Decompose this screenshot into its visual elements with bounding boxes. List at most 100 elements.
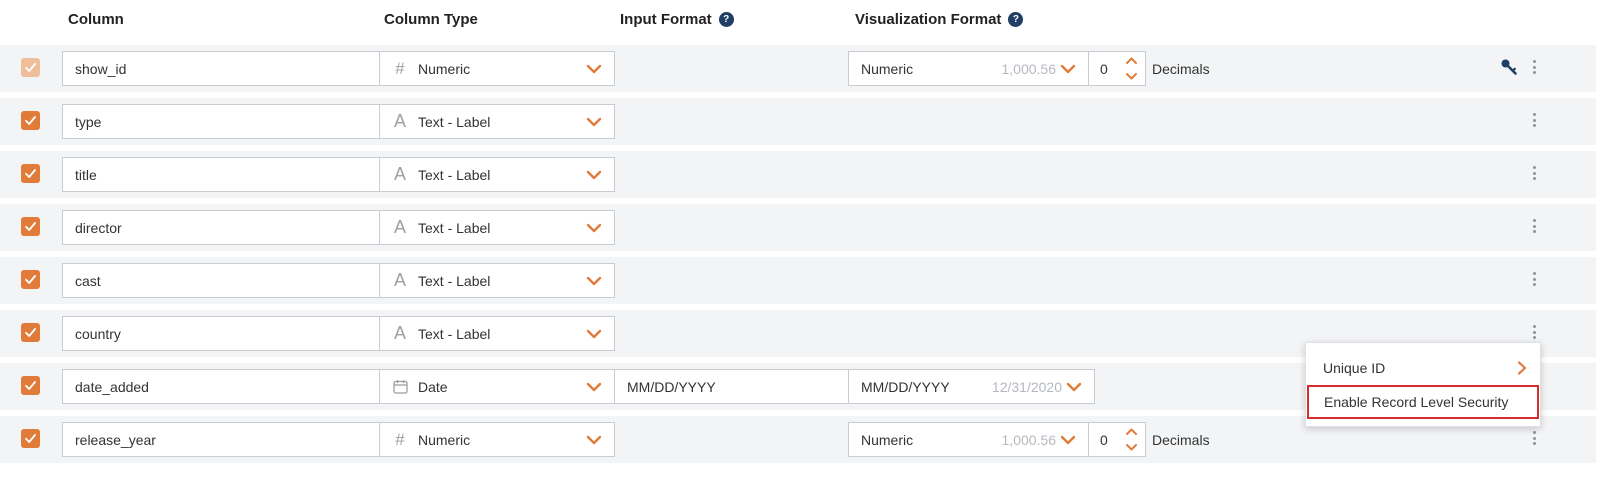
text-a-icon: A [393,217,406,237]
visualization-format-value: Numeric [861,60,914,77]
column-name-field[interactable]: director [62,210,380,245]
include-column-checkbox[interactable] [21,111,40,130]
column-type-value: Numeric [418,431,471,448]
column-name-field[interactable]: show_id [62,51,380,86]
decimals-value: 0 [1100,60,1108,77]
column-name-field[interactable]: cast [62,263,380,298]
decimals-stepper[interactable]: 0 [1088,51,1146,86]
column-name-value: release_year [75,431,156,448]
decimals-stepper[interactable]: 0 [1088,422,1146,457]
menu-item-label: Unique ID [1323,360,1386,376]
column-type-select[interactable]: A Text - Label [379,210,615,245]
column-type-value: Text - Label [418,272,491,289]
more-options-icon[interactable] [1530,164,1538,182]
text-a-icon: A [393,111,406,131]
column-type-select[interactable]: A Text - Label [379,104,615,139]
help-icon[interactable]: ? [718,12,734,27]
header-visualization-format: Visualization Format ? [855,11,1024,28]
include-column-checkbox[interactable] [21,217,40,236]
include-column-checkbox[interactable] [21,164,40,183]
chevron-down-icon [586,64,602,74]
chevron-down-icon [1060,64,1076,74]
column-type-value: Text - Label [418,113,491,130]
input-format-field[interactable]: MM/DD/YYYY [614,369,850,404]
context-menu: Unique ID Enable Record Level Security [1305,342,1541,427]
column-type-select[interactable]: # Numeric [379,51,615,86]
include-column-checkbox[interactable] [21,429,40,448]
include-column-checkbox[interactable] [21,376,40,395]
column-name-field[interactable]: country [62,316,380,351]
header-column-type: Column Type [384,11,478,28]
column-type-select[interactable]: A Text - Label [379,263,615,298]
header-input-format: Input Format ? [620,11,734,28]
chevron-right-icon [1517,361,1527,375]
more-options-icon[interactable] [1530,217,1538,235]
decimals-label: Decimals [1152,61,1210,77]
column-type-value: Text - Label [418,325,491,342]
chevron-down-icon [586,329,602,339]
include-column-checkbox[interactable] [21,58,40,77]
column-type-select[interactable]: # Numeric [379,422,615,457]
column-name-field[interactable]: type [62,104,380,139]
menu-item-label: Enable Record Level Security [1324,394,1509,410]
text-a-icon: A [393,164,406,184]
visualization-format-select[interactable]: Numeric 1,000.56 [848,422,1089,457]
column-name-value: show_id [75,60,127,77]
menu-item-unique-id[interactable]: Unique ID [1306,351,1540,385]
column-name-value: cast [75,272,101,289]
chevron-down-icon [586,382,602,392]
visualization-format-select[interactable]: MM/DD/YYYY 12/31/2020 [848,369,1095,404]
decimals-increment-icon[interactable] [1125,427,1138,436]
hash-icon: # [395,429,405,449]
chevron-down-icon [586,170,602,180]
column-type-value: Text - Label [418,166,491,183]
column-name-value: type [75,113,102,130]
column-name-field[interactable]: title [62,157,380,192]
table-row: director A Text - Label [0,204,1596,251]
table-row: cast A Text - Label [0,257,1596,304]
visualization-format-sample: 1,000.56 [1001,432,1057,448]
help-icon[interactable]: ? [1008,12,1024,27]
key-icon[interactable] [1500,58,1518,76]
column-type-select[interactable]: Date [379,369,615,404]
decimals-value: 0 [1100,431,1108,448]
more-options-icon[interactable] [1530,323,1538,341]
decimals-increment-icon[interactable] [1125,56,1138,65]
chevron-down-icon [1060,435,1076,445]
column-name-value: title [75,166,97,183]
header-column-label: Column [68,11,124,28]
more-options-icon[interactable] [1530,111,1538,129]
text-a-icon: A [393,270,406,290]
more-options-icon[interactable] [1530,270,1538,288]
chevron-down-icon [586,276,602,286]
column-type-value: Text - Label [418,219,491,236]
table-row: type A Text - Label [0,98,1596,145]
hash-icon: # [395,58,405,78]
column-type-value: Numeric [418,60,471,77]
visualization-format-value: Numeric [861,431,914,448]
header-column: Column [68,11,124,28]
chevron-down-icon [586,223,602,233]
column-type-value: Date [418,378,448,395]
input-format-value: MM/DD/YYYY [627,378,716,395]
column-name-value: country [75,325,121,342]
chevron-down-icon [1066,382,1082,392]
column-name-field[interactable]: release_year [62,422,380,457]
column-type-select[interactable]: A Text - Label [379,157,615,192]
visualization-format-value: MM/DD/YYYY [861,378,950,395]
more-options-icon[interactable] [1530,429,1538,447]
header-column-type-label: Column Type [384,11,478,28]
column-type-select[interactable]: A Text - Label [379,316,615,351]
decimals-decrement-icon[interactable] [1125,72,1138,81]
table-row: show_id # Numeric Numeric 1,000.56 0 Decimals [0,45,1596,92]
more-options-icon[interactable] [1530,58,1538,76]
visualization-format-sample: 12/31/2020 [991,379,1062,395]
decimals-label: Decimals [1152,432,1210,448]
include-column-checkbox[interactable] [21,323,40,342]
include-column-checkbox[interactable] [21,270,40,289]
visualization-format-select[interactable]: Numeric 1,000.56 [848,51,1089,86]
decimals-decrement-icon[interactable] [1125,443,1138,452]
column-name-field[interactable]: date_added [62,369,380,404]
text-a-icon: A [393,323,406,343]
menu-item-enable-record-level-security[interactable]: Enable Record Level Security [1307,385,1539,419]
